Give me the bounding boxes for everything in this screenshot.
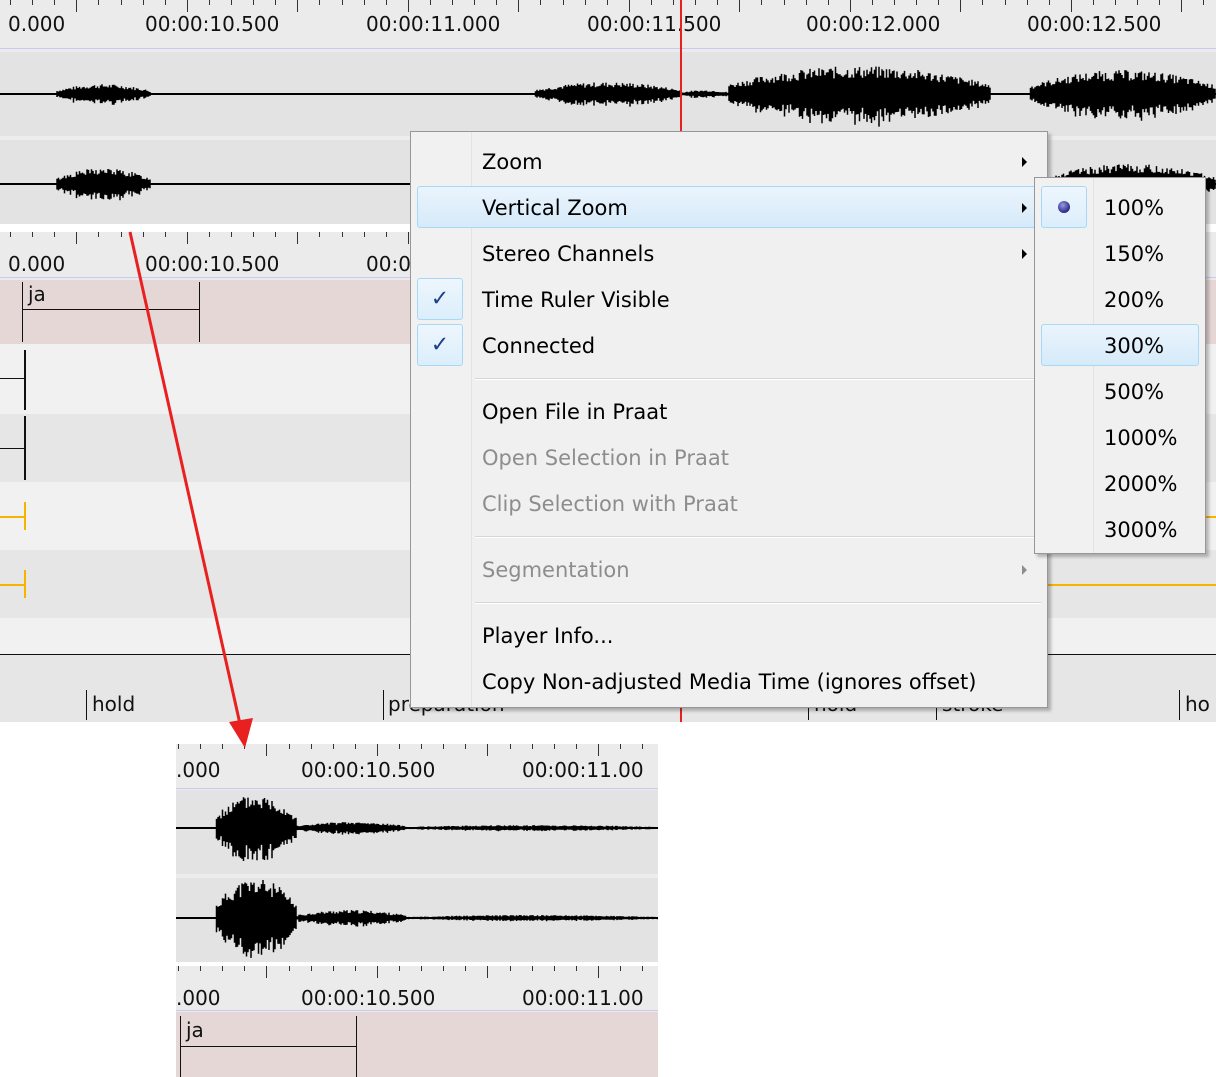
zoom-callout-arrow: [128, 231, 253, 748]
